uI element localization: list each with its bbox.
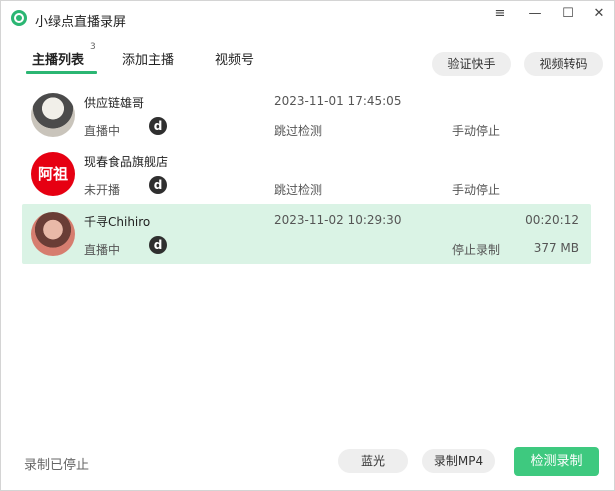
- maximize-button[interactable]: ☐: [553, 6, 583, 21]
- title-bar: 小绿点直播录屏 ≡ — ☐ ✕: [1, 1, 614, 31]
- tab-streamer-list[interactable]: 主播列表: [32, 49, 84, 68]
- avatar: 阿祖婆: [31, 152, 75, 196]
- detect-record-button[interactable]: 检测录制: [514, 447, 599, 476]
- douyin-platform-icon: d: [149, 117, 167, 135]
- streamer-name: 供应链雄哥: [84, 96, 145, 110]
- app-title: 小绿点直播录屏: [35, 15, 127, 30]
- blue-light-button[interactable]: 蓝光: [338, 449, 408, 473]
- avatar: [31, 93, 75, 137]
- streamer-name: 现春食品旗舰店: [84, 155, 169, 169]
- manual-stop-button[interactable]: 手动停止: [452, 181, 500, 198]
- recording-status-text: 录制已停止: [24, 458, 90, 473]
- manual-stop-button[interactable]: 手动停止: [452, 122, 500, 139]
- streamer-row-selected[interactable]: 千寻Chihiro 直播中 d 2023-11-02 10:29:30 停止录制…: [22, 204, 591, 264]
- recording-duration: 00:20:12: [525, 213, 579, 227]
- record-mp4-button[interactable]: 录制MP4: [422, 449, 495, 473]
- tab-add-streamer[interactable]: 添加主播: [122, 49, 174, 68]
- skip-detect-button[interactable]: 跳过检测: [274, 181, 322, 198]
- streamer-row[interactable]: 阿祖婆 现春食品旗舰店 未开播 d 跳过检测 手动停止: [22, 144, 591, 204]
- streamer-row[interactable]: 供应链雄哥 直播中 d 2023-11-01 17:45:05 跳过检测 手动停…: [22, 85, 591, 145]
- live-status: 直播中: [84, 243, 121, 257]
- video-convert-button[interactable]: 视频转码: [524, 52, 603, 76]
- streamer-name: 千寻Chihiro: [84, 215, 151, 229]
- menu-icon[interactable]: ≡: [485, 6, 515, 21]
- close-button[interactable]: ✕: [584, 6, 614, 21]
- douyin-platform-icon: d: [149, 176, 167, 194]
- live-status: 直播中: [84, 124, 121, 138]
- tab-count-badge: 3: [90, 42, 96, 52]
- start-time: 2023-11-01 17:45:05: [274, 94, 402, 108]
- minimize-button[interactable]: —: [520, 6, 550, 21]
- avatar: [31, 212, 75, 256]
- live-status: 未开播: [84, 183, 121, 197]
- verify-kuaishou-button[interactable]: 验证快手: [432, 52, 511, 76]
- tab-video-account[interactable]: 视频号: [215, 49, 254, 68]
- douyin-platform-icon: d: [149, 236, 167, 254]
- stop-recording-button[interactable]: 停止录制: [452, 241, 500, 258]
- skip-detect-button[interactable]: 跳过检测: [274, 122, 322, 139]
- start-time: 2023-11-02 10:29:30: [274, 213, 402, 227]
- recording-size: 377 MB: [533, 241, 579, 255]
- app-logo-icon: [11, 10, 27, 26]
- active-tab-indicator: [26, 71, 97, 74]
- app-window: 小绿点直播录屏 ≡ — ☐ ✕ 主播列表 3 添加主播 视频号 验证快手 视频转…: [0, 0, 615, 491]
